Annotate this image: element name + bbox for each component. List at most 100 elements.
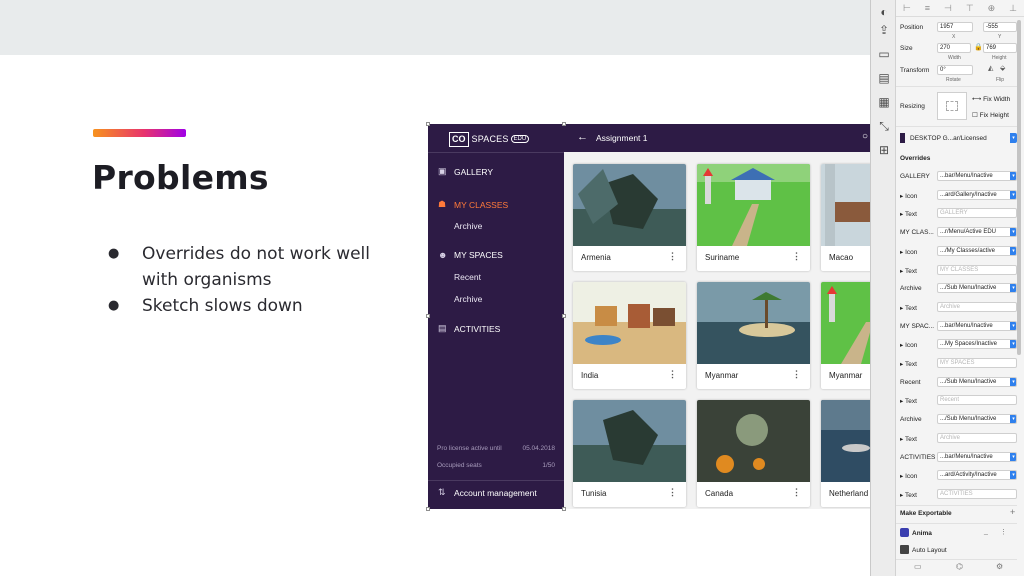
override-symbol-select[interactable]: ...bar/Menu/Inactive ▾ — [937, 171, 1017, 181]
more-icon[interactable]: ⋮ — [1000, 528, 1007, 536]
search-icon[interactable]: ○ — [862, 131, 868, 142]
chevron-down-icon[interactable]: ▾ — [1010, 322, 1016, 330]
more-icon[interactable]: ⋮ — [668, 488, 677, 497]
override-label: ▸ Text — [900, 492, 917, 499]
override-symbol-select[interactable]: ...bar/Menu/Inactive ▾ — [937, 321, 1017, 331]
override-text-field[interactable]: GALLERY — [937, 208, 1017, 218]
chevron-down-icon[interactable]: ▾ — [1010, 228, 1016, 236]
sidebar-item-recent[interactable]: Recent — [454, 272, 481, 282]
align-left-icon[interactable]: ⊢ — [903, 3, 911, 14]
resizing-widget[interactable] — [937, 92, 967, 120]
folder-icon[interactable]: ▭ — [914, 562, 922, 571]
align-right-icon[interactable]: ⊣ — [944, 3, 952, 14]
inspector-scrollbar[interactable] — [1017, 20, 1021, 355]
chevron-down-icon[interactable]: ▾ — [1010, 191, 1016, 199]
override-text-field[interactable]: Archive — [937, 302, 1017, 312]
resizing-label: Resizing — [900, 103, 925, 110]
selection-handle[interactable] — [426, 122, 430, 126]
align-center-icon[interactable]: ≡ — [925, 3, 930, 13]
lock-icon[interactable]: 🔒 — [974, 43, 983, 51]
fix-width-checkbox[interactable]: ⟷ Fix Width — [972, 95, 1010, 103]
override-text-field[interactable]: Archive — [937, 433, 1017, 443]
slide: Problems ● Overrides do not work well wi… — [0, 0, 1024, 576]
override-symbol-select[interactable]: ...ard/Gallery/Inactive ▾ — [937, 190, 1017, 200]
override-text-field[interactable]: ACTIVITIES — [937, 489, 1017, 499]
chevron-down-icon[interactable]: ▾ — [1010, 415, 1016, 423]
back-arrow-icon[interactable]: ← — [577, 131, 588, 143]
align-middle-icon[interactable]: ⊕ — [988, 3, 996, 14]
grid-icon[interactable]: ▦ — [876, 94, 892, 110]
more-icon[interactable]: ⋮ — [668, 370, 677, 379]
license-label: Pro license active until — [437, 445, 502, 452]
space-card[interactable]: Tunisia ⋮ — [573, 400, 686, 507]
divider — [896, 559, 1017, 560]
rotate-field[interactable]: 0° — [937, 65, 973, 75]
chevron-down-icon[interactable]: ▾ — [1010, 471, 1016, 479]
space-card[interactable]: Macao ⋮ — [821, 164, 870, 271]
space-card[interactable]: Canada ⋮ — [697, 400, 810, 507]
width-field[interactable]: 270 — [937, 43, 971, 53]
more-icon[interactable]: ⋮ — [668, 252, 677, 261]
add-icon[interactable]: ⊞ — [876, 142, 892, 158]
auto-layout-icon — [900, 545, 909, 554]
selection-handle[interactable] — [562, 122, 566, 126]
flip-vertical-icon[interactable]: ⬙ — [1000, 64, 1005, 72]
more-icon[interactable]: ⋮ — [792, 370, 801, 379]
chevron-down-icon[interactable]: ▾ — [1010, 284, 1016, 292]
sidebar-item-archive[interactable]: Archive — [454, 294, 482, 304]
override-symbol-select[interactable]: ...r/Menu/Active EDU ▾ — [937, 227, 1017, 237]
settings-icon[interactable]: ⚙ — [996, 562, 1003, 571]
chevron-down-icon[interactable]: ▾ — [1010, 340, 1016, 348]
override-symbol-select[interactable]: ...My Spaces/Inactive ▾ — [937, 339, 1017, 349]
minimize-icon[interactable]: _ — [984, 528, 988, 535]
sidebar-item-my-classes[interactable]: ☗ MY CLASSES — [438, 199, 508, 210]
selection-handle[interactable] — [562, 507, 566, 511]
sidebar-item-my-spaces[interactable]: ☻ MY SPACES — [438, 250, 503, 260]
override-symbol-select[interactable]: ...ard/Activity/Inactive ▾ — [937, 470, 1017, 480]
override-symbol-select[interactable]: ...bar/Menu/Inactive ▾ — [937, 452, 1017, 462]
account-management-link[interactable]: ⇅ Account management — [438, 487, 537, 498]
override-symbol-select[interactable]: .../Sub Menu/Inactive ▾ — [937, 283, 1017, 293]
chevron-down-icon[interactable]: ▾ — [1010, 247, 1016, 255]
override-symbol-select[interactable]: .../Sub Menu/Inactive ▾ — [937, 377, 1017, 387]
selection-handle[interactable] — [426, 507, 430, 511]
chevron-down-icon[interactable]: ▾ — [1010, 133, 1017, 143]
more-icon[interactable]: ⋮ — [792, 252, 801, 261]
selection-handle[interactable] — [426, 314, 430, 318]
layout-icon[interactable]: ▤ — [876, 70, 892, 86]
cospaces-app-screenshot[interactable]: CO SPACES EDU ▣ GALLERY ☗ MY CLASSES Arc… — [428, 124, 870, 509]
align-top-icon[interactable]: ⊤ — [966, 3, 974, 14]
space-card[interactable]: Armenia ⋮ — [573, 164, 686, 271]
override-symbol-select[interactable]: .../My Classes/active ▾ — [937, 246, 1017, 256]
height-field[interactable]: 769 — [983, 43, 1017, 53]
fix-height-checkbox[interactable]: ☐ Fix Height — [972, 111, 1009, 119]
more-icon[interactable]: ⋮ — [792, 488, 801, 497]
inbox-icon[interactable]: ▭ — [876, 46, 892, 62]
space-card[interactable]: Myanmar ⋮ — [821, 282, 870, 389]
sidebar-item-activities[interactable]: ▤ ACTIVITIES — [438, 323, 500, 334]
override-text-field[interactable]: MY SPACES — [937, 358, 1017, 368]
chevron-down-icon[interactable]: ▾ — [1010, 453, 1016, 461]
space-card[interactable]: India ⋮ — [573, 282, 686, 389]
chevron-down-icon[interactable]: ▾ — [1010, 378, 1016, 386]
card-label: Macao — [829, 253, 854, 262]
position-y-field[interactable]: -555 — [983, 22, 1017, 32]
sidebar-item-archive[interactable]: Archive — [454, 221, 482, 231]
space-card[interactable]: Myanmar ⋮ — [697, 282, 810, 389]
align-bottom-icon[interactable]: ⊥ — [1009, 3, 1017, 14]
link-icon[interactable]: ⌬ — [956, 562, 963, 571]
add-icon[interactable]: + — [1010, 507, 1015, 517]
override-symbol-select[interactable]: .../Sub Menu/Inactive ▾ — [937, 414, 1017, 424]
selection-handle[interactable] — [562, 314, 566, 318]
upload-icon[interactable]: ⇪ — [876, 22, 892, 38]
override-text-field[interactable]: Recent — [937, 395, 1017, 405]
sidebar-item-gallery[interactable]: ▣ GALLERY — [438, 166, 493, 177]
override-text-field[interactable]: MY CLASSES — [937, 265, 1017, 275]
space-card[interactable]: Suriname ⋮ — [697, 164, 810, 271]
flip-horizontal-icon[interactable]: ◭ — [988, 64, 993, 72]
resize-icon[interactable]: ⤡ — [876, 118, 892, 134]
position-x-field[interactable]: 1957 — [937, 22, 973, 32]
symbol-name[interactable]: DESKTOP G...ar/Licensed — [910, 135, 987, 142]
space-card[interactable]: Netherland ⋮ — [821, 400, 870, 507]
chevron-down-icon[interactable]: ▾ — [1010, 172, 1016, 180]
